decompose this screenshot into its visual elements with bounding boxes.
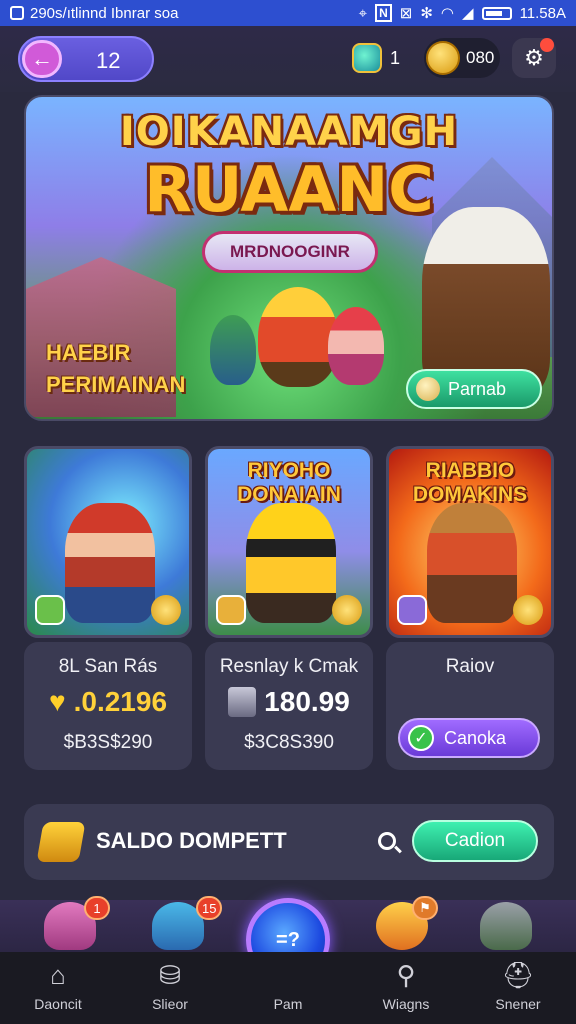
wallet-icon xyxy=(36,822,86,862)
nav-label: Wiagns xyxy=(382,996,430,1012)
mute-icon: ⊠ xyxy=(399,5,413,22)
card-art[interactable] xyxy=(24,446,192,638)
gem-counter[interactable]: 1 xyxy=(352,40,412,76)
card-art-title: RIABBIO DOMAKINS xyxy=(412,459,528,506)
character-adventurer xyxy=(65,503,155,623)
check-icon: ✓ xyxy=(408,725,434,751)
count-badge: 1 xyxy=(84,896,110,920)
hero-play-button[interactable]: Parnab xyxy=(406,369,542,409)
nav-label: Pam xyxy=(273,996,303,1012)
level-number: 12 xyxy=(96,48,121,73)
card-info: Raiov ✓ Canoka xyxy=(386,642,554,770)
wallet-label: SALDO DOMPETT xyxy=(96,828,287,853)
wallet-bar: SALDO DOMPETT Cadion xyxy=(24,804,554,880)
nav-item-profile[interactable]: ⛑ Snener xyxy=(470,960,566,1020)
coin-counter[interactable]: 080 xyxy=(424,38,500,78)
character-girl xyxy=(328,307,384,385)
count-badge: 15 xyxy=(196,896,223,920)
character-food-bowl[interactable]: ⚑ xyxy=(376,896,438,950)
notification-dot xyxy=(540,38,554,52)
game-card-1[interactable]: 8L San Rás ♥ .0.2196 $B3S$290 xyxy=(24,446,192,770)
hero-tag-line1: HAEBIR xyxy=(46,340,131,365)
check-badge-icon xyxy=(35,595,65,625)
vibrate-icon: ✻ xyxy=(420,5,433,22)
location-icon: ⌖ xyxy=(358,4,368,22)
back-arrow-icon[interactable]: ← xyxy=(22,40,62,78)
coin-icon xyxy=(416,377,440,401)
gem-icon xyxy=(352,43,382,73)
character-miner xyxy=(246,503,336,623)
card-info: 8L San Rás ♥ .0.2196 $B3S$290 xyxy=(24,642,192,770)
character-fox-warrior xyxy=(427,503,517,623)
wallet-button[interactable]: Cadion xyxy=(412,820,538,862)
shield-badge-icon xyxy=(397,595,427,625)
card-action-button[interactable]: ✓ Canoka xyxy=(398,718,540,758)
card-name: Resnlay k Cmak xyxy=(219,656,359,677)
cell-signal-icon: ◢ xyxy=(462,5,474,22)
character-pink-monster[interactable]: 1 xyxy=(44,896,110,950)
wifi-icon: ◠ xyxy=(440,5,455,22)
coin-icon xyxy=(426,41,460,75)
robot-icon xyxy=(228,687,257,717)
card-name: Raiov xyxy=(445,656,495,677)
signal-n-icon: N xyxy=(375,4,392,22)
chest-badge-icon xyxy=(216,595,246,625)
card-price: $B3S$290 xyxy=(63,732,153,753)
hero-title-line1: IOIKANAAMGH xyxy=(119,109,459,155)
nav-item-home[interactable]: ⌂ Daoncit xyxy=(10,960,106,1020)
card-value: .0.2196 xyxy=(73,686,168,717)
hero-button-label: Parnab xyxy=(448,378,507,399)
card-art-title: RIYOHO DONAIAIN xyxy=(237,459,341,506)
bottom-nav: ⌂ Daoncit ⛁ Slieor ● Pam ⚲ Wiagns ⛑ Snen… xyxy=(0,952,576,1024)
nav-item-search[interactable]: ⚲ Wiagns xyxy=(358,960,454,1020)
coin-count: 080 xyxy=(466,48,495,67)
search-icon: ⚲ xyxy=(396,960,416,990)
hero-ribbon: MRDNOOGINR xyxy=(202,231,378,273)
card-price: $3C8S390 xyxy=(244,732,334,753)
hero-banner[interactable]: IOIKANAAMGH RUAANC MRDNOOGINR HAEBIR PER… xyxy=(24,95,554,421)
card-button-label: Canoka xyxy=(444,727,507,748)
character-miner-hero xyxy=(258,287,338,387)
coin-badge-icon xyxy=(513,595,543,625)
character-blue-creature[interactable]: 15 xyxy=(152,896,223,950)
character-gray-monster[interactable] xyxy=(480,902,532,950)
notification-icon xyxy=(10,6,24,20)
game-card-2[interactable]: RIYOHO DONAIAIN Resnlay k Cmak 180.99 $3… xyxy=(205,446,373,770)
card-value-row: 180.99 xyxy=(205,686,373,718)
profile-icon: ⛑ xyxy=(501,960,535,990)
character-miner-small xyxy=(210,315,256,385)
status-left-text: 290s/ıtlinnd Ibnrar soa xyxy=(30,4,179,22)
game-card-3[interactable]: RIABBIO DOMAKINS Raiov ✓ Canoka xyxy=(386,446,554,770)
flag-badge-icon: ⚑ xyxy=(412,896,438,920)
gem-count: 1 xyxy=(390,47,401,68)
home-icon: ⌂ xyxy=(50,960,66,990)
shop-icon: ⛁ xyxy=(159,960,181,990)
fab-label: =? xyxy=(276,928,300,951)
card-info: Resnlay k Cmak 180.99 $3C8S390 xyxy=(205,642,373,770)
nav-item-shop[interactable]: ⛁ Slieor xyxy=(122,960,218,1020)
card-name: 8L San Rás xyxy=(58,656,158,677)
card-value-row: ♥ .0.2196 xyxy=(24,686,192,718)
coin-badge-icon xyxy=(151,595,181,625)
card-art[interactable]: RIYOHO DONAIAIN xyxy=(205,446,373,638)
nav-label: Snener xyxy=(495,996,541,1012)
nav-label: Slieor xyxy=(152,996,188,1012)
hero-tagline: HAEBIR PERIMAINAN xyxy=(46,337,185,401)
level-pill[interactable]: ← 12 xyxy=(18,36,154,82)
nav-item-center[interactable]: ● Pam xyxy=(240,960,336,1020)
status-time: 11.58A xyxy=(519,4,566,22)
battery-icon xyxy=(481,6,512,20)
heart-icon: ♥ xyxy=(48,686,66,717)
settings-button[interactable]: ⚙ xyxy=(512,38,556,78)
card-art[interactable]: RIABBIO DOMAKINS xyxy=(386,446,554,638)
hero-tag-line2: PERIMAINAN xyxy=(46,372,186,397)
card-value: 180.99 xyxy=(264,686,350,717)
status-bar: 290s/ıtlinnd Ibnrar soa ⌖ N ⊠ ✻ ◠ ◢ 11.5… xyxy=(0,0,576,26)
search-icon[interactable] xyxy=(378,832,396,850)
coin-badge-icon xyxy=(332,595,362,625)
nav-label: Daoncit xyxy=(34,996,82,1012)
top-bar: ← 12 1 080 ⚙ xyxy=(0,26,576,92)
